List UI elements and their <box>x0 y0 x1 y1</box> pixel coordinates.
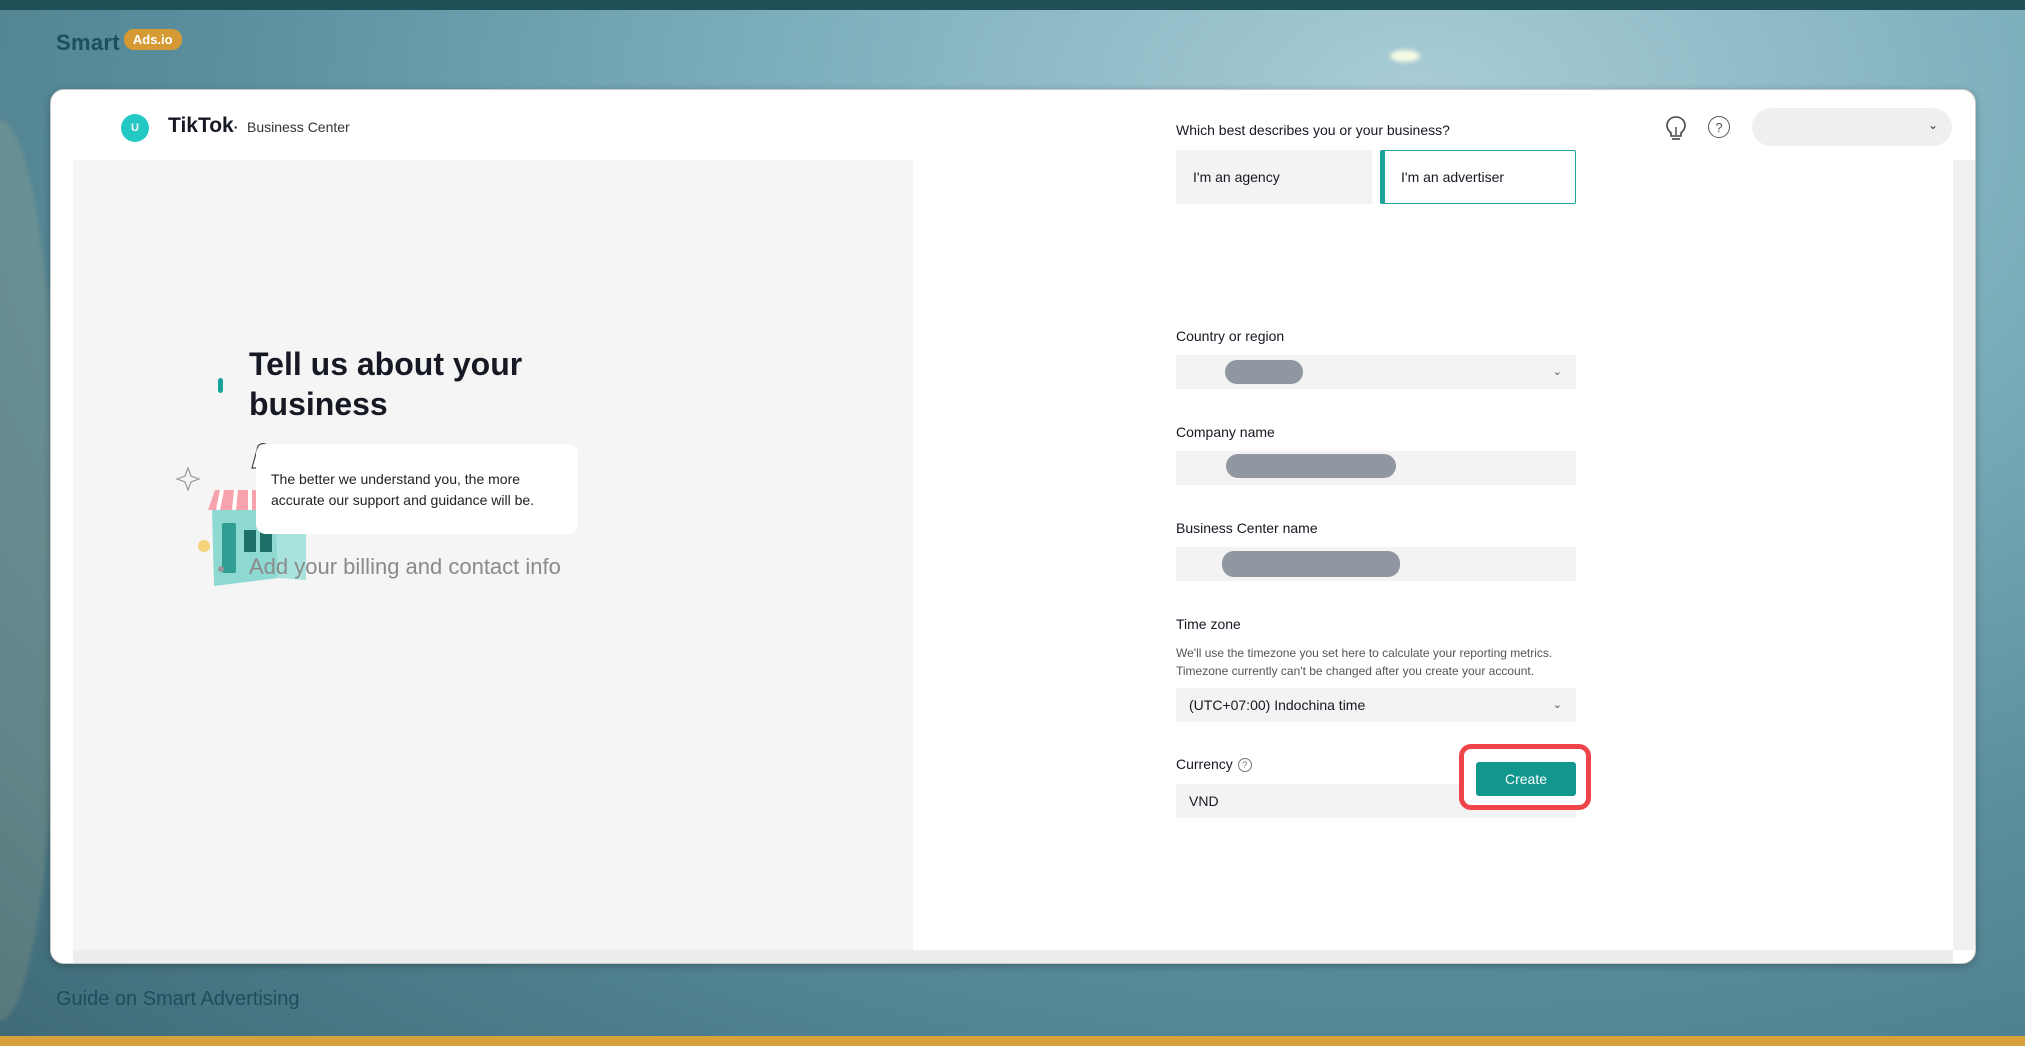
top-accent-bar <box>0 0 2025 10</box>
active-step-marker <box>218 378 223 393</box>
app-header: U TikTok· Business Center ? ⌄ <box>51 90 1975 160</box>
timezone-label: Time zone <box>1176 616 1241 632</box>
brand-name: Smart <box>56 30 120 55</box>
country-label: Country or region <box>1176 328 1285 344</box>
background-glow <box>1390 50 1420 62</box>
option-agency[interactable]: I'm an agency <box>1176 150 1372 204</box>
create-button[interactable]: Create <box>1476 762 1576 796</box>
timezone-hint: We'll use the timezone you set here to c… <box>1176 646 1553 678</box>
footer-guide-text: Guide on Smart Advertising <box>56 988 300 1010</box>
timezone-value: (UTC+07:00) Indochina time <box>1189 697 1366 713</box>
chevron-down-icon: ⌄ <box>1552 699 1562 711</box>
create-button-area: Create <box>1467 752 1583 802</box>
business-center-label: Business Center <box>247 119 350 135</box>
step-description-card: The better we understand you, the more a… <box>256 444 578 534</box>
chevron-down-icon: ⌄ <box>1927 118 1938 132</box>
bc-name-label: Business Center name <box>1176 520 1318 536</box>
step-title-active: Tell us about your business <box>249 346 523 422</box>
account-dropdown[interactable]: ⌄ <box>1752 108 1952 146</box>
help-icon[interactable]: ? <box>1708 116 1730 138</box>
lightbulb-icon[interactable] <box>1663 114 1689 142</box>
option-advertiser[interactable]: I'm an advertiser <box>1380 150 1576 204</box>
redacted-value <box>1226 454 1396 478</box>
tiktok-logo: TikTok· <box>168 114 239 137</box>
step-description: The better we understand you, the more a… <box>271 471 535 508</box>
brand-logo: Smart Ads.io <box>56 28 182 56</box>
info-icon[interactable]: ? <box>1237 758 1252 772</box>
currency-label-text: Currency <box>1176 756 1233 772</box>
chevron-down-icon: ⌄ <box>1552 366 1562 378</box>
timezone-select[interactable]: (UTC+07:00) Indochina time ⌄ <box>1176 688 1576 722</box>
company-name-label: Company name <box>1176 424 1275 440</box>
scrollbar[interactable] <box>1953 160 1975 950</box>
next-step-dot <box>218 566 224 572</box>
currency-label: Currency? <box>1176 756 1252 772</box>
bottom-strip <box>73 950 1953 963</box>
brand-badge: Ads.io <box>123 28 182 50</box>
business-type-label: Which best describes you or your busines… <box>1176 122 1450 138</box>
redacted-value <box>1222 551 1400 577</box>
currency-value: VND <box>1189 793 1219 809</box>
bottom-accent-bar <box>0 1036 2025 1046</box>
tiktok-logo-text: TikTok <box>168 114 234 137</box>
redacted-value <box>1225 360 1303 384</box>
user-avatar[interactable]: U <box>121 114 149 142</box>
step-title-next: Add your billing and contact info <box>249 554 561 579</box>
